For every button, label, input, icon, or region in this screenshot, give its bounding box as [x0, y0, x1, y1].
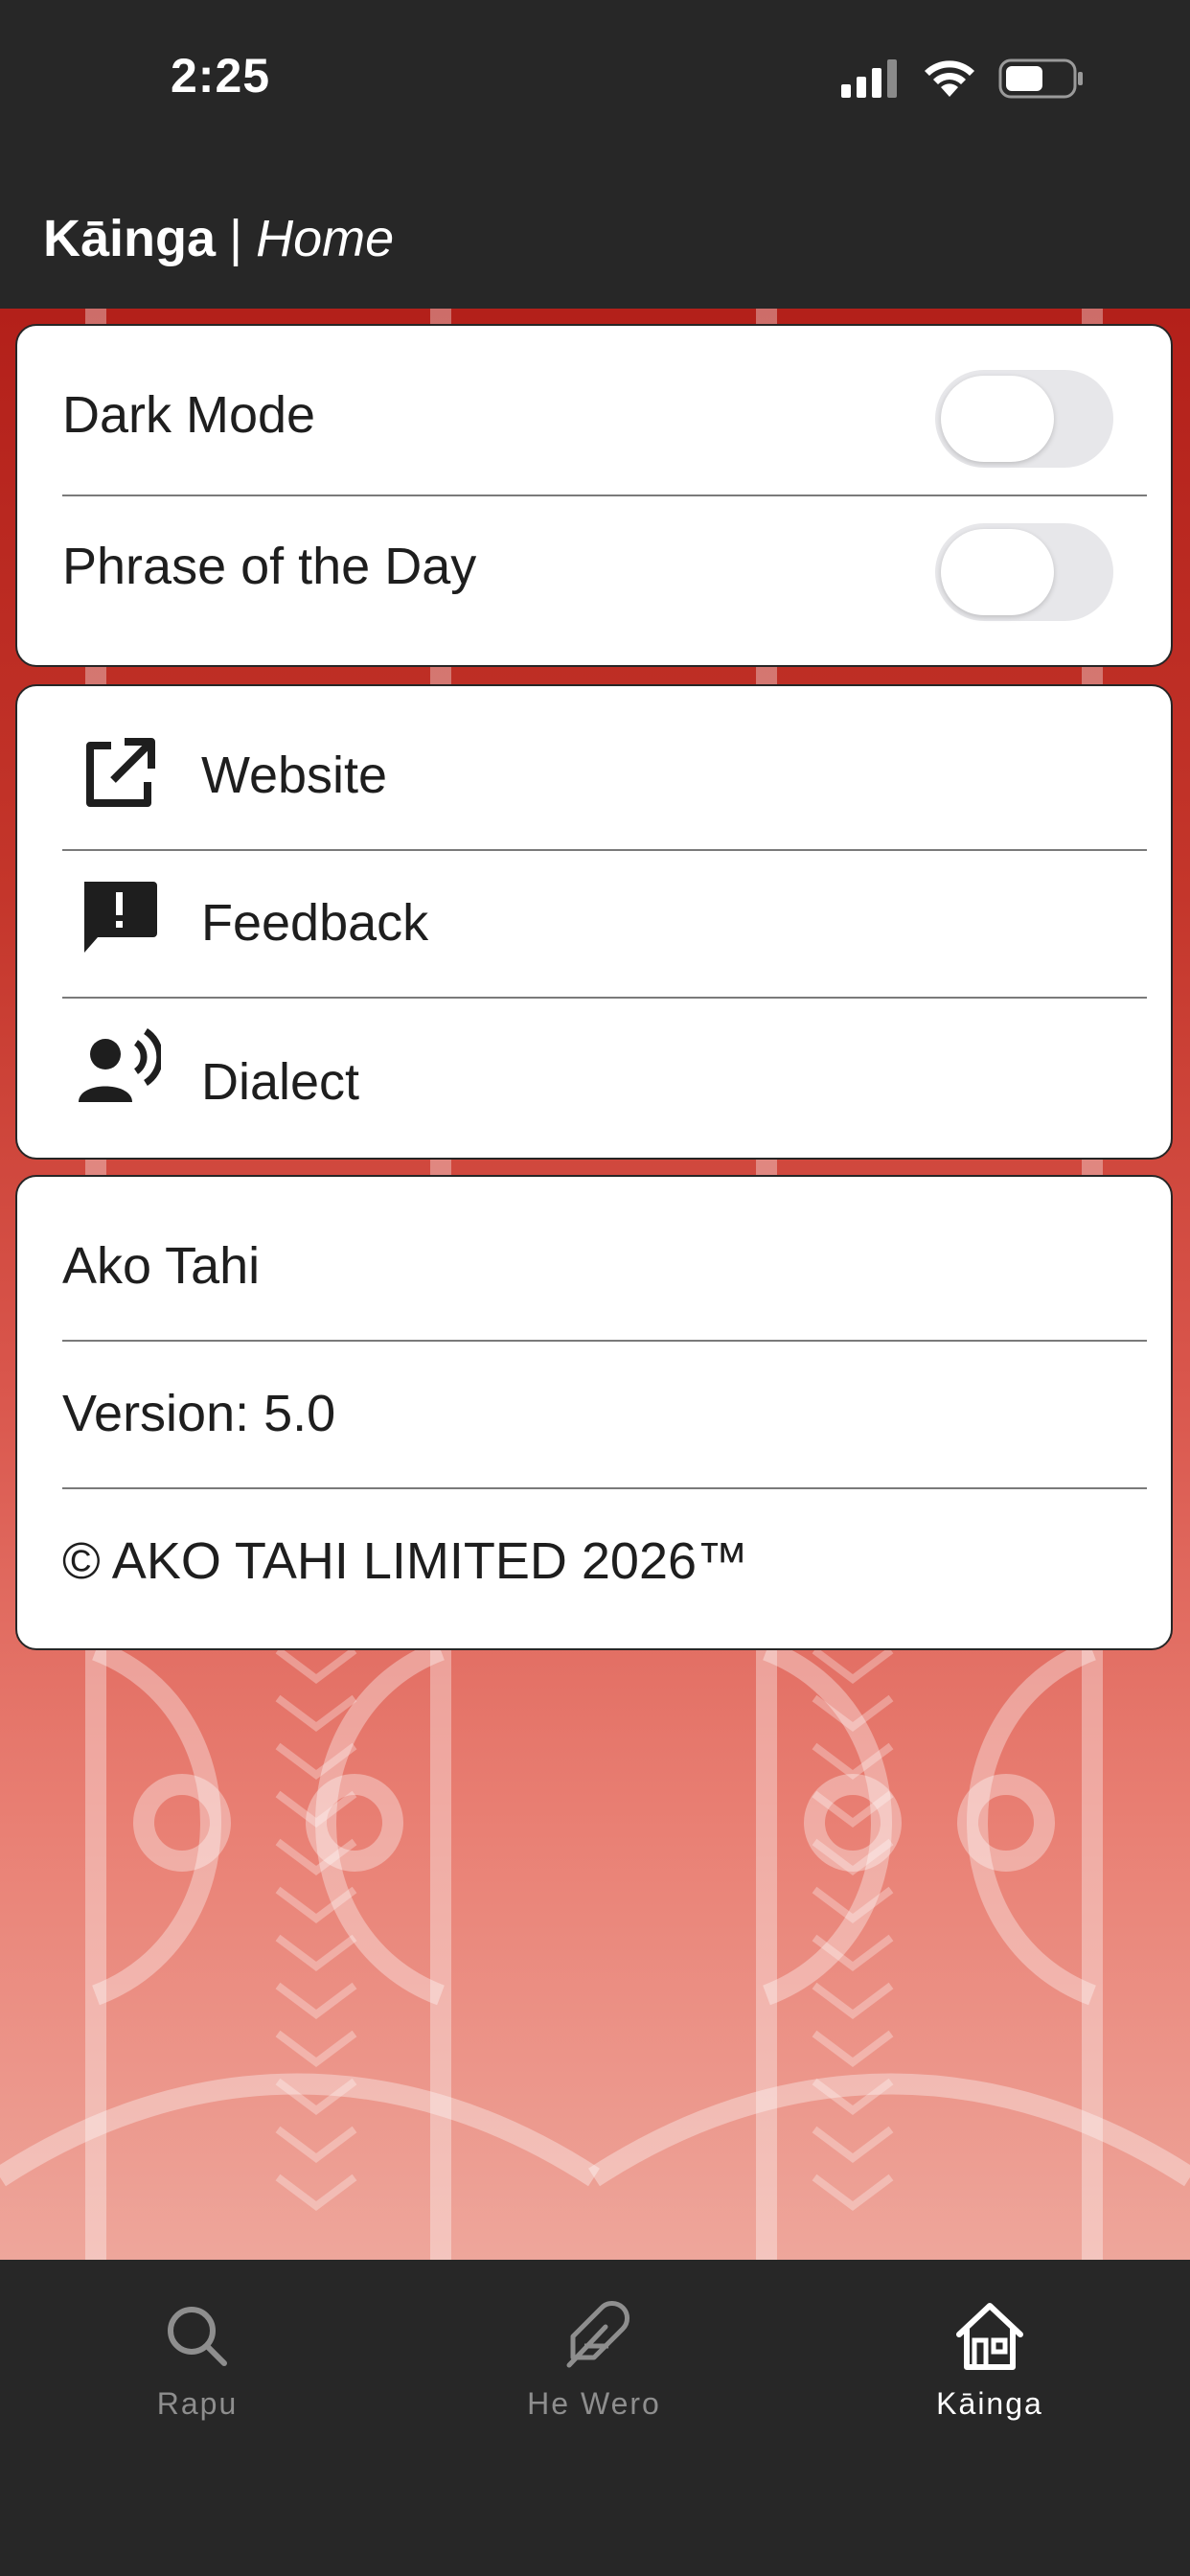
app-title-row: Ako Tahi [17, 1177, 1171, 1340]
wifi-icon [925, 60, 974, 97]
dark-mode-toggle[interactable] [935, 370, 1113, 468]
app-title: Ako Tahi [62, 1237, 261, 1295]
version-text: Version: 5.0 [62, 1385, 336, 1442]
tab-kainga-label: Kāinga [936, 2386, 1043, 2421]
header-page-name: Home [256, 210, 395, 267]
dark-mode-row: Dark Mode [17, 326, 1171, 494]
feedback-row[interactable]: Feedback [17, 851, 1171, 997]
speaker-person-icon [79, 1028, 161, 1102]
about-card: Ako Tahi Version: 5.0 © AKO TAHI LIMITED… [15, 1175, 1173, 1650]
website-row[interactable]: Website [17, 686, 1171, 849]
website-label: Website [201, 747, 388, 804]
header-app-name: Kāinga [43, 210, 217, 267]
copyright-text: © AKO TAHI LIMITED 2026™ [62, 1532, 749, 1590]
copyright-row: © AKO TAHI LIMITED 2026™ [17, 1489, 1171, 1648]
external-link-icon [86, 738, 155, 807]
feedback-icon [84, 882, 157, 953]
settings-card: Dark Mode Phrase of the Day [15, 324, 1173, 667]
dialect-row[interactable]: Dialect [17, 999, 1171, 1158]
status-bar: 2:25 [0, 0, 1190, 163]
navigation-header: Kāinga | Home [0, 163, 1190, 311]
page-title: Kāinga | Home [43, 209, 394, 268]
tab-he-wero-label: He Wero [527, 2386, 661, 2421]
phrase-of-the-day-label: Phrase of the Day [62, 538, 477, 595]
status-icons [841, 58, 1085, 100]
tab-rapu-label: Rapu [156, 2386, 239, 2421]
search-icon [168, 2307, 227, 2366]
tab-kainga[interactable]: Kāinga [846, 2298, 1133, 2422]
tab-rapu[interactable]: Rapu [54, 2298, 341, 2422]
battery-icon [998, 58, 1083, 99]
tab-bar: Rapu He Wero Kāinga [0, 2260, 1190, 2576]
header-separator: | [229, 210, 243, 267]
phrase-of-the-day-row: Phrase of the Day [17, 496, 1171, 665]
toggle-knob [941, 529, 1054, 615]
home-icon [956, 2303, 1023, 2370]
phrase-of-the-day-toggle[interactable] [935, 523, 1113, 621]
feather-icon [566, 2300, 630, 2368]
status-time: 2:25 [171, 49, 271, 103]
dialect-label: Dialect [201, 1053, 360, 1111]
tab-he-wero[interactable]: He Wero [450, 2298, 738, 2422]
cellular-signal-icon [841, 59, 897, 98]
dark-mode-label: Dark Mode [62, 386, 316, 444]
feedback-label: Feedback [201, 894, 429, 952]
links-card: Website Feedback Dialect [15, 684, 1173, 1160]
toggle-knob [941, 376, 1054, 462]
version-row: Version: 5.0 [17, 1342, 1171, 1487]
